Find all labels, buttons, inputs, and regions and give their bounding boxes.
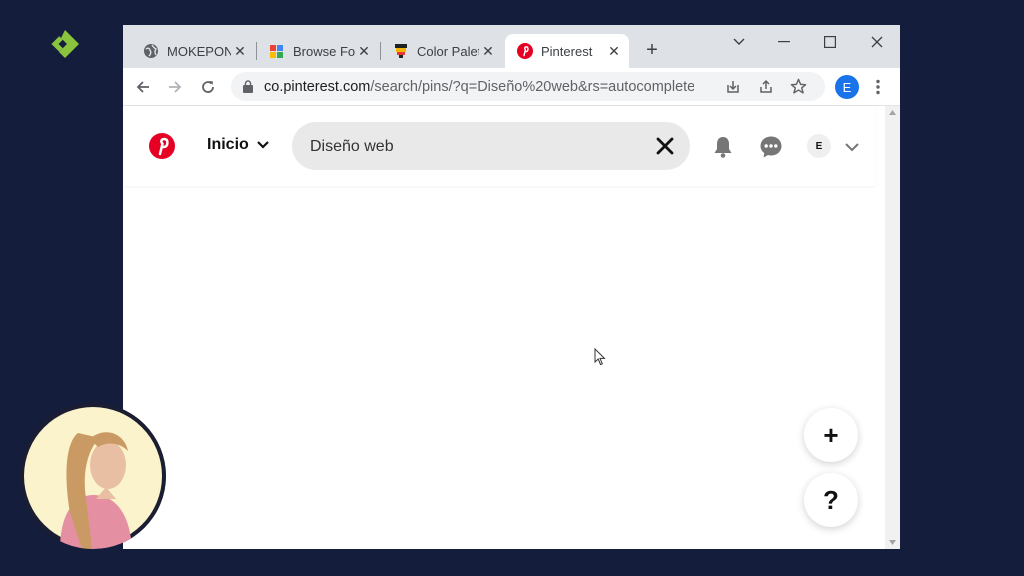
- search-input[interactable]: [308, 134, 632, 160]
- close-tab-icon[interactable]: ✕: [231, 43, 249, 60]
- pinterest-logo-icon[interactable]: [149, 133, 175, 159]
- tab-title: Browse Fo: [293, 43, 355, 59]
- color-palette-favicon-icon: [393, 43, 409, 59]
- mouse-cursor-icon: [594, 348, 606, 366]
- maximize-icon[interactable]: [815, 31, 845, 53]
- page-scrollbar[interactable]: [885, 106, 900, 549]
- new-tab-button[interactable]: +: [641, 39, 663, 61]
- close-tab-icon[interactable]: ✕: [479, 43, 497, 60]
- url-path: /search/pins/?q=Diseño%20web&rs=autocomp…: [370, 79, 694, 95]
- search-box: [292, 122, 690, 170]
- tab-browse-fonts[interactable]: Browse Fo ✕: [257, 34, 379, 68]
- scroll-up-icon[interactable]: [889, 110, 896, 115]
- tab-pinterest[interactable]: Pinterest ✕: [505, 34, 629, 68]
- user-avatar[interactable]: E: [807, 134, 831, 158]
- close-window-icon[interactable]: [862, 31, 892, 53]
- home-label: Inicio: [207, 136, 249, 153]
- close-tab-icon[interactable]: ✕: [355, 43, 373, 60]
- presenter-video: [20, 403, 166, 549]
- address-bar[interactable]: co.pinterest.com/search/pins/?q=Diseño%2…: [231, 72, 825, 101]
- webcam-overlay: [20, 403, 166, 549]
- clear-search-icon[interactable]: [654, 135, 676, 157]
- page-content: Inicio E + ?: [123, 106, 885, 549]
- brand-logo-icon: [51, 30, 79, 58]
- tab-title: MOKEPON: [167, 43, 231, 59]
- globe-icon: [143, 43, 159, 59]
- browser-window: MOKEPON ✕ Browse Fo ✕ Color Palet ✕ Pint: [123, 25, 900, 549]
- account-chevron-down-icon[interactable]: [844, 139, 860, 155]
- install-app-icon[interactable]: [725, 79, 741, 95]
- tab-strip: MOKEPON ✕ Browse Fo ✕ Color Palet ✕ Pint: [123, 25, 900, 68]
- url-host: co.pinterest.com: [264, 79, 371, 95]
- messages-icon[interactable]: [759, 135, 783, 159]
- scroll-down-icon[interactable]: [889, 540, 896, 545]
- pinterest-header: Inicio E: [123, 106, 875, 186]
- tab-color-palette[interactable]: Color Palet ✕: [381, 34, 503, 68]
- home-dropdown[interactable]: Inicio: [207, 136, 269, 154]
- notifications-bell-icon[interactable]: [711, 135, 735, 159]
- more-menu-icon[interactable]: [866, 75, 890, 99]
- bookmark-star-icon[interactable]: [790, 78, 807, 95]
- close-tab-icon[interactable]: ✕: [605, 43, 623, 60]
- tab-search-icon[interactable]: [724, 31, 754, 53]
- create-pin-button[interactable]: +: [804, 408, 858, 462]
- back-icon[interactable]: [131, 75, 155, 99]
- tab-title: Pinterest: [541, 43, 593, 59]
- reload-icon[interactable]: [196, 75, 220, 99]
- help-button[interactable]: ?: [804, 473, 858, 527]
- url-text: co.pinterest.com/search/pins/?q=Diseño%2…: [264, 79, 694, 95]
- share-icon[interactable]: [758, 79, 774, 95]
- minimize-icon[interactable]: [769, 31, 799, 53]
- browser-toolbar: co.pinterest.com/search/pins/?q=Diseño%2…: [123, 68, 900, 106]
- profile-avatar[interactable]: E: [835, 75, 859, 99]
- fonts-favicon-icon: [269, 43, 285, 59]
- lock-icon[interactable]: [243, 80, 253, 93]
- tab-title: Color Palet: [417, 43, 479, 59]
- tab-mokepon[interactable]: MOKEPON ✕: [131, 34, 255, 68]
- chevron-down-icon: [257, 141, 269, 149]
- forward-icon[interactable]: [163, 75, 187, 99]
- pinterest-favicon-icon: [517, 43, 533, 59]
